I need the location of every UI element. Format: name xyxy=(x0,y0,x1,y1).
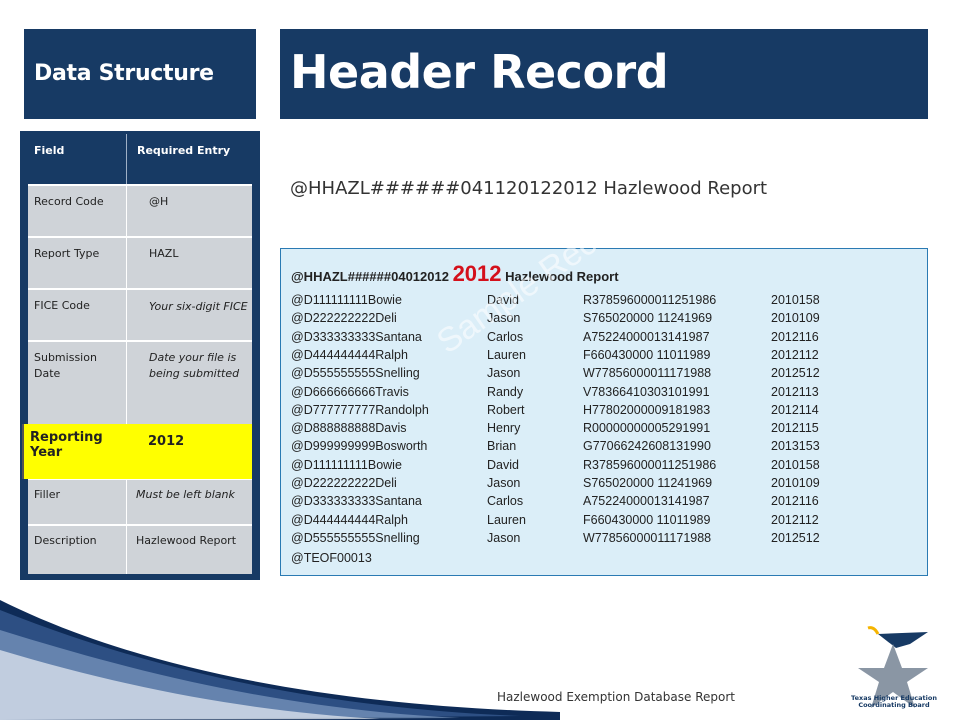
student-id: S765020000 11241969 xyxy=(583,311,713,326)
column-header-required-entry: Required Entry xyxy=(137,144,231,157)
student-id: V78366410303101991 xyxy=(583,384,710,399)
student-id: S765020000 11241969 xyxy=(583,476,713,490)
column-header-field: Field xyxy=(34,144,65,157)
field-name: FICE Code xyxy=(34,299,90,312)
table-row: Description Hazlewood Report xyxy=(28,524,252,574)
record-code: @D666666666Travis xyxy=(291,384,409,399)
logo-text: Texas Higher Education Coordinating Boar… xyxy=(851,694,937,709)
required-entry: HAZL xyxy=(149,247,179,260)
first-name: Jason xyxy=(487,311,521,326)
first-name: David xyxy=(487,293,519,307)
student-id: H77802000009181983 xyxy=(583,402,711,417)
term-code: 2012116 xyxy=(771,329,819,344)
required-entry: Your six-digit FICE xyxy=(149,300,248,313)
required-entry: Date your file is being submitted xyxy=(149,351,240,380)
record-code: @D888888888Davis xyxy=(291,421,407,436)
table-row: Submission Date Date your file is being … xyxy=(28,340,252,424)
term-code: 2012512 xyxy=(771,530,820,545)
record-code: @D444444444Ralph xyxy=(291,347,408,362)
highlighted-row-reporting-year: Reporting Year 2012 xyxy=(22,424,252,479)
report-header-line: @HHAZL######04012012 2012 Hazlewood Repo… xyxy=(291,261,619,287)
term-code: 2012112 xyxy=(771,347,819,362)
field-table-header: Field Required Entry xyxy=(28,134,252,184)
required-entry: Hazlewood Report xyxy=(136,534,237,547)
record-code: @D333333333Santana xyxy=(291,494,422,509)
student-id: W77856000011171988 xyxy=(583,530,712,545)
required-entry: @H xyxy=(149,195,169,208)
field-name: Description xyxy=(34,534,97,547)
field-name: Reporting Year xyxy=(30,430,103,460)
first-name: Henry xyxy=(487,421,521,436)
term-code: 2013153 xyxy=(771,439,820,454)
student-id: F660430000 11011989 xyxy=(583,347,711,362)
record-code: @D111111111Bowie xyxy=(291,293,402,307)
term-code: 2012116 xyxy=(771,494,819,509)
table-row: Report Type HAZL xyxy=(28,236,252,288)
trailer-record: @TEOF00013 xyxy=(291,551,372,565)
first-name: Brian xyxy=(487,439,517,454)
first-name: David xyxy=(487,457,519,472)
field-name: Report Type xyxy=(34,247,100,260)
student-id: F660430000 11011989 xyxy=(583,512,711,527)
student-id: G77066242608131990 xyxy=(583,439,711,454)
student-id: A75224000013141987 xyxy=(583,329,710,344)
term-code: 2010158 xyxy=(771,457,820,472)
table-row: Filler Must be left blank xyxy=(28,478,252,524)
record-code: @D222222222Deli xyxy=(291,476,397,490)
report-header-suffix: Hazlewood Report xyxy=(501,269,619,284)
table-row: Record Code @H xyxy=(28,184,252,236)
record-code: @D555555555Snelling xyxy=(291,530,420,545)
first-name: Jason xyxy=(487,530,521,545)
page-title: Header Record xyxy=(290,45,669,99)
field-name: Submission Date xyxy=(34,351,97,380)
first-name: Robert xyxy=(487,402,525,417)
table-row: FICE Code Your six-digit FICE xyxy=(28,288,252,340)
term-code: 2012115 xyxy=(771,421,819,436)
student-id: R378596000011251986 xyxy=(583,457,717,472)
first-name: Jason xyxy=(487,476,521,490)
student-id: A75224000013141987 xyxy=(583,494,710,509)
first-name: Randy xyxy=(487,384,524,399)
student-id: R378596000011251986 xyxy=(583,293,717,307)
record-code: @D777777777Randolph xyxy=(291,402,429,417)
student-id: R00000000005291991 xyxy=(583,421,711,436)
field-name: Record Code xyxy=(34,195,104,208)
footer-text: Hazlewood Exemption Database Report xyxy=(497,690,735,704)
term-code: 2012113 xyxy=(771,384,819,399)
term-code: 2010109 xyxy=(771,476,820,490)
record-code: @D111111111Bowie xyxy=(291,457,402,472)
record-code: @D333333333Santana xyxy=(291,329,422,344)
required-entry: 2012 xyxy=(148,434,185,449)
record-code: @D999999999Bosworth xyxy=(291,439,428,454)
term-code: 2010158 xyxy=(771,293,820,307)
field-name: Filler xyxy=(34,488,60,501)
term-code: 2012112 xyxy=(771,512,819,527)
first-name: Carlos xyxy=(487,329,524,344)
section-title-box: Data Structure xyxy=(24,29,256,119)
report-header-year: 2012 xyxy=(452,261,502,286)
required-entry: Must be left blank xyxy=(136,488,235,501)
section-title: Data Structure xyxy=(34,61,214,86)
record-code: @D444444444Ralph xyxy=(291,512,408,527)
term-code: 2012512 xyxy=(771,366,820,381)
first-name: Lauren xyxy=(487,512,526,527)
first-name: Carlos xyxy=(487,494,524,509)
record-code: @D222222222Deli xyxy=(291,311,397,326)
highlight-marker xyxy=(22,424,24,479)
first-name: Jason xyxy=(487,366,521,381)
record-code: @D555555555Snelling xyxy=(291,366,420,381)
sample-report-box: @HHAZL######04012012 2012 Hazlewood Repo… xyxy=(280,248,928,576)
page-title-box: Header Record xyxy=(280,29,928,119)
student-id: W77856000011171988 xyxy=(583,366,712,381)
first-name: Lauren xyxy=(487,347,526,362)
report-header-prefix: @HHAZL######04012012 xyxy=(291,269,453,284)
decorative-swoosh xyxy=(0,600,560,720)
header-record-string: @HHAZL######041120122012 Hazlewood Repor… xyxy=(290,178,768,199)
term-code: 2010109 xyxy=(771,311,820,326)
term-code: 2012114 xyxy=(771,402,819,417)
